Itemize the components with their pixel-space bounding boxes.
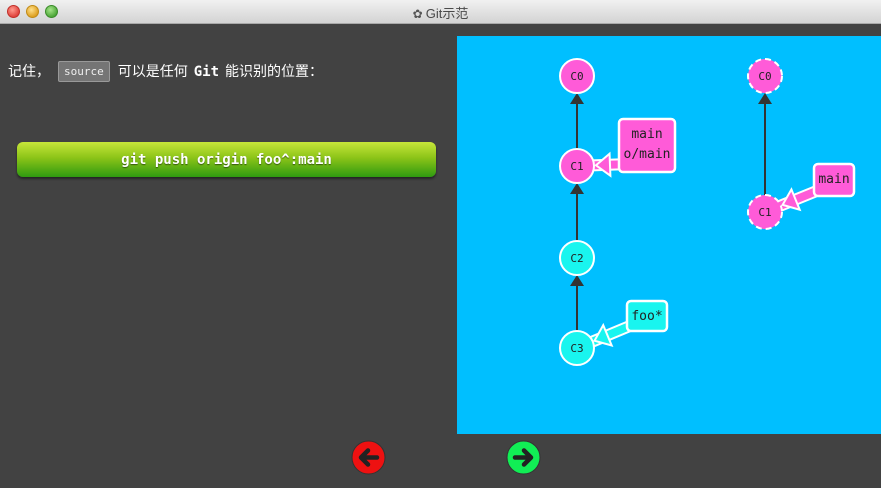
local-commit-c2[interactable]: C2 bbox=[559, 240, 595, 276]
edge-arrowhead bbox=[570, 183, 584, 194]
local-branch-tag[interactable]: main o/main bbox=[585, 117, 677, 178]
commit-label: C1 bbox=[758, 206, 771, 219]
edge-arrowhead bbox=[758, 93, 772, 104]
local-branch-tag[interactable]: foo* bbox=[583, 299, 669, 351]
branch-label: main bbox=[631, 127, 662, 142]
gear-icon: ✿ bbox=[412, 7, 423, 21]
back-button[interactable] bbox=[351, 440, 386, 475]
commit-label: C0 bbox=[570, 70, 583, 83]
window-title-text: Git示范 bbox=[425, 6, 469, 21]
edge-arrowhead bbox=[570, 93, 584, 104]
instruction-suffix: 能识别的位置： bbox=[225, 64, 324, 80]
instruction-middle: 可以是任何 bbox=[117, 64, 188, 80]
commit-label: C1 bbox=[570, 160, 583, 173]
source-code-badge: source bbox=[58, 61, 110, 82]
forward-button[interactable] bbox=[506, 440, 541, 475]
remote-branch-tag[interactable]: main bbox=[771, 162, 856, 215]
command-button[interactable]: git push origin foo^:main bbox=[17, 142, 436, 177]
window-titlebar: ✿ Git示范 bbox=[0, 0, 881, 24]
local-commit-c1[interactable]: C1 bbox=[559, 148, 595, 184]
edge-arrowhead bbox=[570, 275, 584, 286]
instruction-prefix: 记住， bbox=[8, 64, 50, 80]
commit-label: C0 bbox=[758, 70, 771, 83]
commit-label: C3 bbox=[570, 342, 583, 355]
remote-commit-c1[interactable]: C1 bbox=[747, 194, 783, 230]
git-graph-svg: main o/main foo* main C0 C1 C2 C3 C0 C1 bbox=[559, 58, 856, 366]
remote-commit-c0[interactable]: C0 bbox=[747, 58, 783, 94]
local-commit-c3[interactable]: C3 bbox=[559, 330, 595, 366]
local-commit-c0[interactable]: C0 bbox=[559, 58, 595, 94]
commit-label: C2 bbox=[570, 252, 583, 265]
window-title: ✿ Git示范 bbox=[0, 3, 881, 22]
branch-label: o/main bbox=[624, 147, 671, 162]
command-text: git push origin foo^:main bbox=[121, 151, 332, 168]
branch-label: foo* bbox=[631, 309, 662, 324]
branch-label: main bbox=[818, 172, 849, 187]
git-graph-canvas: main o/main foo* main C0 C1 C2 C3 C0 C1 bbox=[457, 36, 881, 434]
branch-arrowhead bbox=[594, 151, 612, 178]
instruction-text: 记住， source 可以是任何 Git 能识别的位置： bbox=[8, 61, 323, 82]
instruction-git: Git bbox=[193, 64, 220, 80]
